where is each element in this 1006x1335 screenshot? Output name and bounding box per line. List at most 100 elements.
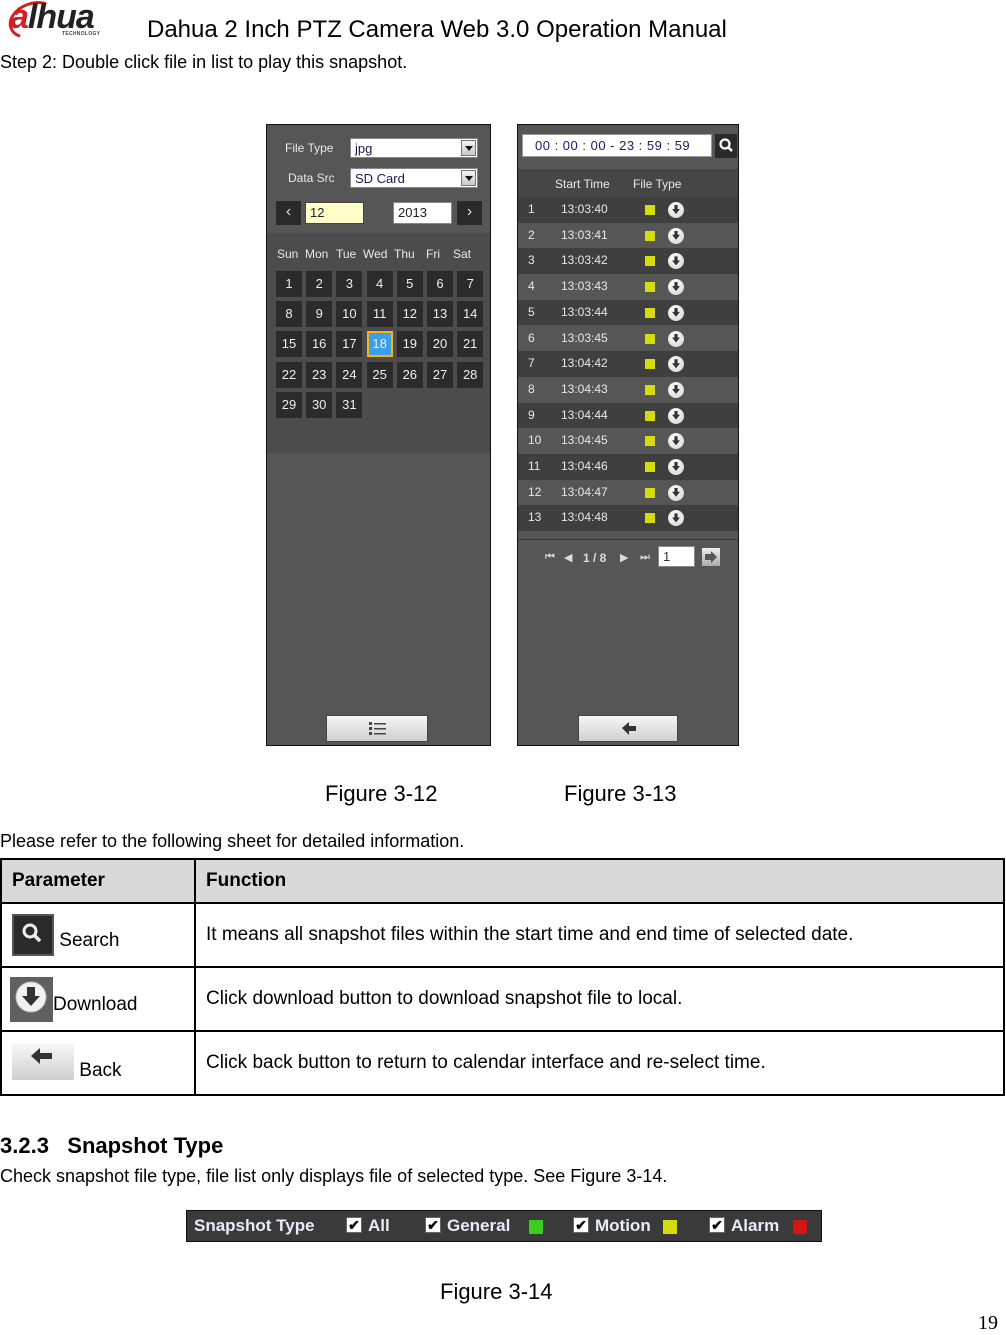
param-cell: Download (0, 966, 196, 1032)
file-list-row[interactable]: 6 13:03:45 (518, 325, 738, 352)
calendar-day[interactable]: 16 (306, 331, 333, 358)
download-icon[interactable] (668, 433, 684, 450)
download-icon[interactable] (668, 279, 684, 296)
file-list-row[interactable]: 12 13:04:47 (518, 479, 738, 506)
calendar-day-selected[interactable]: 18 (366, 331, 393, 358)
calendar-day[interactable]: 9 (306, 301, 333, 328)
checkbox-alarm[interactable]: ✔ (709, 1217, 725, 1233)
download-icon[interactable] (668, 484, 684, 501)
time-range-input[interactable]: 00 : 00 : 00 - 23 : 59 : 59 (522, 134, 712, 157)
calendar-day[interactable]: 14 (457, 301, 484, 328)
calendar-day[interactable]: 10 (336, 301, 363, 328)
calendar-day[interactable]: 2 (306, 271, 333, 297)
calendar-day[interactable]: 13 (427, 301, 453, 328)
download-icon[interactable] (668, 330, 684, 347)
file-type-value: jpg (355, 141, 373, 156)
calendar-day[interactable]: 5 (396, 271, 423, 297)
row-number: 5 (528, 304, 535, 319)
month-input[interactable]: 12 (305, 202, 364, 224)
row-number: 4 (528, 279, 535, 294)
search-button[interactable] (715, 134, 737, 158)
calendar-day[interactable]: 4 (366, 271, 393, 297)
calendar-day[interactable]: 8 (276, 301, 302, 328)
download-icon[interactable] (668, 227, 684, 244)
download-icon[interactable] (668, 356, 684, 373)
calendar-day[interactable]: 24 (336, 361, 363, 388)
figure-3-14-caption: Figure 3-14 (440, 1279, 553, 1304)
file-type-indicator (645, 359, 655, 370)
file-list-row[interactable]: 9 13:04:44 (518, 402, 738, 429)
param-cell: Search (0, 902, 196, 968)
next-page-icon[interactable]: ▶ (620, 551, 628, 564)
year-input[interactable]: 2013 (393, 202, 452, 224)
calendar-day[interactable]: 19 (396, 331, 423, 358)
file-list-button[interactable] (326, 715, 428, 742)
calendar-day[interactable]: 15 (276, 331, 302, 358)
calendar-day[interactable]: 20 (427, 331, 453, 358)
calendar-day[interactable]: 3 (336, 271, 363, 297)
prev-month-button[interactable]: ‹ (276, 201, 301, 225)
calendar-day[interactable]: 17 (336, 331, 363, 358)
calendar-day[interactable]: 25 (366, 361, 393, 388)
file-type-indicator (645, 436, 655, 447)
download-icon[interactable] (668, 381, 684, 398)
download-icon[interactable] (668, 304, 684, 321)
checkbox-motion[interactable]: ✔ (573, 1217, 589, 1233)
file-list-row[interactable]: 2 13:03:41 (518, 222, 738, 249)
file-list-row[interactable]: 13 13:04:48 (518, 505, 738, 532)
row-number: 3 (528, 253, 535, 268)
download-icon[interactable] (668, 510, 684, 527)
calendar-day[interactable]: 30 (306, 391, 333, 418)
calendar-day[interactable]: 1 (276, 271, 302, 297)
download-icon[interactable] (668, 407, 684, 424)
file-list-row[interactable]: 11 13:04:46 (518, 454, 738, 480)
page-number-input[interactable]: 1 (658, 546, 695, 567)
download-icon[interactable] (668, 253, 684, 270)
calendar-day[interactable]: 6 (427, 271, 453, 297)
file-list-row[interactable]: 3 13:03:42 (518, 248, 738, 275)
file-list-row[interactable]: 8 13:04:43 (518, 376, 738, 403)
checkbox-all[interactable]: ✔ (346, 1217, 362, 1233)
calendar-day[interactable]: 27 (427, 361, 453, 388)
calendar-day[interactable]: 26 (396, 361, 423, 388)
first-page-icon[interactable]: ⏮ (545, 551, 555, 564)
dahua-logo: alhua TECHNOLOGY (3, 0, 128, 46)
row-start-time: 13:04:48 (561, 510, 608, 525)
row-number: 2 (528, 227, 535, 242)
file-type-indicator (645, 384, 655, 395)
calendar-day[interactable]: 21 (457, 331, 484, 358)
prev-page-icon[interactable]: ◀ (564, 551, 572, 564)
download-icon[interactable] (668, 202, 684, 218)
back-button[interactable] (578, 715, 678, 742)
calendar-day[interactable]: 22 (276, 361, 302, 388)
calendar-day[interactable]: 23 (306, 361, 333, 388)
file-type-indicator (645, 410, 655, 421)
file-type-select[interactable]: jpg (350, 138, 478, 158)
calendar-day[interactable]: 28 (457, 361, 484, 388)
calendar-day[interactable]: 11 (366, 301, 393, 328)
file-list-row[interactable]: 4 13:03:43 (518, 274, 738, 300)
file-list-row[interactable]: 10 13:04:45 (518, 428, 738, 454)
download-icon[interactable] (668, 459, 684, 475)
calendar-day[interactable]: 29 (276, 391, 302, 418)
calendar-day[interactable]: 12 (396, 301, 423, 328)
file-list-header: Start Time File Type (518, 169, 738, 197)
checkbox-general[interactable]: ✔ (425, 1217, 441, 1233)
go-page-button[interactable] (701, 547, 721, 567)
chevron-down-icon[interactable] (461, 140, 476, 156)
calendar-day[interactable]: 31 (336, 391, 363, 418)
chevron-down-icon[interactable] (461, 170, 476, 186)
next-month-button[interactable]: › (457, 201, 482, 225)
data-src-select[interactable]: SD Card (350, 168, 478, 188)
last-page-icon[interactable]: ⏭ (640, 551, 650, 564)
calendar-day[interactable]: 7 (457, 271, 484, 297)
file-list-row[interactable]: 5 13:03:44 (518, 299, 738, 326)
file-type-indicator (645, 282, 655, 293)
section-text: Check snapshot file type, file list only… (0, 1166, 668, 1186)
row-start-time: 13:03:41 (561, 227, 608, 242)
row-start-time: 13:04:47 (561, 484, 608, 499)
table-row: Download Click download button to downlo… (0, 966, 1005, 1032)
weekday-label: Wed (363, 247, 388, 261)
file-list-row[interactable]: 7 13:04:42 (518, 351, 738, 377)
file-list-row[interactable]: 1 13:03:40 (518, 197, 738, 223)
